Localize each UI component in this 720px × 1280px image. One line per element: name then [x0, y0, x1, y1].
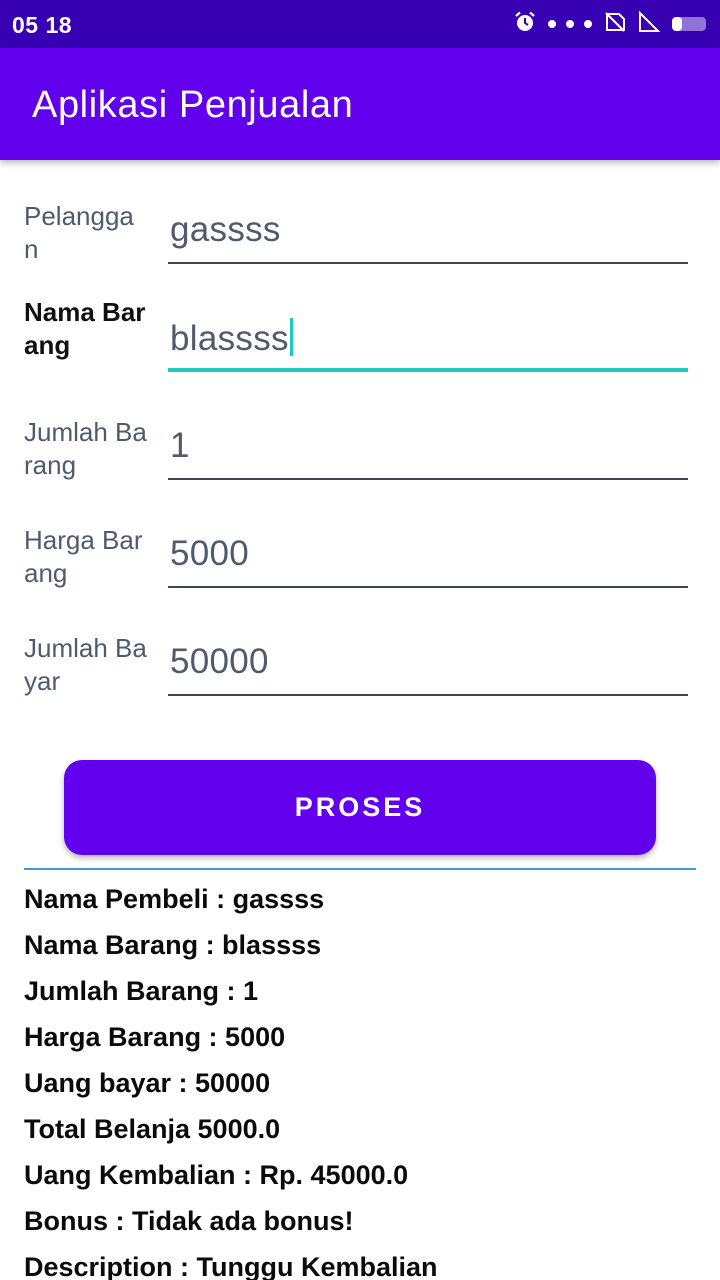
harga-barang-value: 5000: [170, 534, 250, 573]
result-uang-kembalian: Uang Kembalian : Rp. 45000.0: [24, 1160, 409, 1190]
app-title: Aplikasi Penjualan: [32, 84, 354, 126]
battery-icon: [672, 17, 706, 31]
nama-barang-input[interactable]: blassss: [168, 308, 688, 372]
nama-barang-label: Nama Barang: [24, 297, 146, 360]
status-bar: 05 18: [0, 0, 720, 48]
result-nama-barang: Nama Barang : blassss: [24, 930, 322, 960]
result-description: Description : Tunggu Kembalian: [24, 1252, 438, 1280]
harga-barang-input[interactable]: 5000: [168, 524, 688, 588]
proses-button[interactable]: PROSES: [64, 760, 656, 855]
results-panel: Nama Pembeli : gassss Nama Barang : blas…: [24, 878, 704, 1280]
jumlah-barang-input[interactable]: 1: [168, 416, 688, 480]
result-uang-bayar: Uang bayar : 50000: [24, 1068, 271, 1098]
jumlah-barang-label: Jumlah Barang: [24, 417, 147, 480]
nama-barang-value-wrap: blassss: [170, 318, 293, 359]
result-harga-barang: Harga Barang : 5000: [24, 1022, 286, 1052]
status-icons: [514, 10, 706, 38]
harga-barang-label: Harga Barang: [24, 525, 143, 588]
jumlah-bayar-value: 50000: [170, 642, 269, 681]
dots-icon: [548, 20, 592, 28]
result-bonus: Bonus : Tidak ada bonus!: [24, 1206, 354, 1236]
pelanggan-label: Pelanggan: [24, 201, 134, 264]
signal-icon: [638, 10, 661, 38]
result-jumlah-barang: Jumlah Barang : 1: [24, 976, 259, 1006]
pelanggan-input[interactable]: gassss: [168, 200, 688, 264]
text-cursor: [289, 318, 293, 356]
jumlah-barang-value: 1: [170, 426, 190, 465]
pelanggan-value: gassss: [170, 210, 281, 249]
nama-barang-value: blassss: [170, 319, 289, 358]
divider: [24, 868, 696, 870]
status-time: 05 18: [12, 12, 73, 38]
jumlah-bayar-label: Jumlah Bayar: [24, 633, 147, 696]
no-sim-icon: [604, 11, 626, 38]
result-total-belanja: Total Belanja 5000.0: [24, 1114, 281, 1144]
app-bar: Aplikasi Penjualan: [0, 48, 720, 160]
jumlah-bayar-input[interactable]: 50000: [168, 632, 688, 696]
result-nama-pembeli: Nama Pembeli : gassss: [24, 884, 325, 914]
alarm-icon: [514, 11, 536, 38]
